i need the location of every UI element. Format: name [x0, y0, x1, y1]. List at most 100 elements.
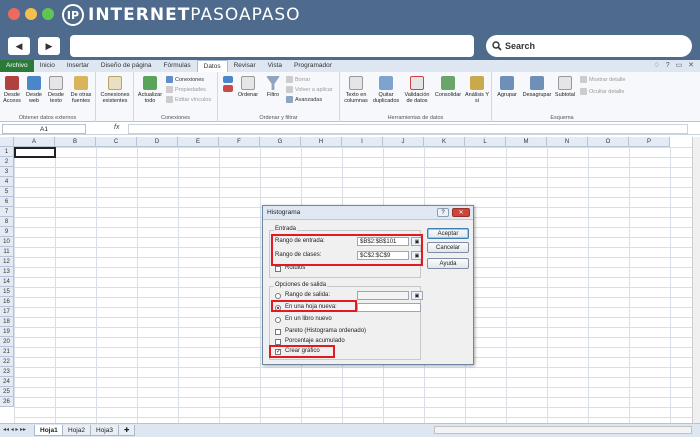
column-header[interactable]: B — [55, 137, 96, 147]
row-header[interactable]: 23 — [0, 367, 14, 377]
row-header[interactable]: 21 — [0, 347, 14, 357]
maximize-dot-icon[interactable] — [42, 8, 54, 20]
row-header[interactable]: 11 — [0, 247, 14, 257]
tab-datos[interactable]: Datos — [196, 60, 228, 72]
row-header[interactable]: 17 — [0, 307, 14, 317]
clear-button[interactable]: Borrar — [286, 76, 310, 83]
pareto-checkbox[interactable] — [275, 329, 281, 335]
from-web-button[interactable]: Desde web — [24, 76, 44, 104]
column-header[interactable]: G — [260, 137, 301, 147]
help-button[interactable]: Ayuda — [427, 258, 469, 269]
column-header[interactable]: H — [301, 137, 342, 147]
select-all-corner[interactable] — [0, 137, 14, 147]
existing-connections-button[interactable]: Conexiones existentes — [98, 76, 132, 104]
row-header[interactable]: 15 — [0, 287, 14, 297]
consolidate-button[interactable]: Consolidar — [434, 76, 462, 98]
row-header[interactable]: 19 — [0, 327, 14, 337]
sheet-tab-hoja1[interactable]: Hoja1 — [34, 425, 64, 436]
properties-button[interactable]: Propiedades — [166, 86, 206, 93]
filter-button[interactable]: Filtro — [262, 76, 284, 98]
ungroup-button[interactable]: Desagrupar — [522, 76, 552, 98]
column-header[interactable]: N — [547, 137, 588, 147]
from-text-button[interactable]: Desde texto — [46, 76, 66, 104]
new-sheet-icon[interactable]: ✚ — [118, 425, 136, 436]
row-header[interactable]: 6 — [0, 197, 14, 207]
from-access-button[interactable]: Desde Access — [2, 76, 22, 104]
help-icon[interactable]: ? — [437, 208, 449, 217]
row-header[interactable]: 10 — [0, 237, 14, 247]
column-header[interactable]: C — [96, 137, 137, 147]
row-header[interactable]: 8 — [0, 217, 14, 227]
column-header[interactable]: A — [14, 137, 55, 147]
column-header[interactable]: M — [506, 137, 547, 147]
column-header[interactable]: L — [465, 137, 506, 147]
tab-diseno[interactable]: Diseño de página — [95, 60, 158, 72]
close-icon[interactable]: ✕ — [452, 208, 470, 217]
sheet-tab-hoja2[interactable]: Hoja2 — [62, 425, 91, 436]
formula-input[interactable] — [128, 124, 688, 134]
row-header[interactable]: 20 — [0, 337, 14, 347]
row-header[interactable]: 3 — [0, 167, 14, 177]
column-header[interactable]: P — [629, 137, 670, 147]
column-header[interactable]: D — [137, 137, 178, 147]
other-sources-button[interactable]: De otras fuentes — [68, 76, 94, 104]
fx-icon[interactable]: fx — [114, 124, 119, 131]
row-header[interactable]: 22 — [0, 357, 14, 367]
sheet-tab-hoja3[interactable]: Hoja3 — [90, 425, 119, 436]
horizontal-scrollbar[interactable] — [434, 426, 692, 434]
tab-formulas[interactable]: Fórmulas — [158, 60, 197, 72]
vertical-scrollbar[interactable] — [692, 137, 700, 423]
name-box[interactable]: A1 — [2, 124, 86, 134]
forward-button[interactable]: ▶ — [38, 37, 60, 55]
column-header[interactable]: O — [588, 137, 629, 147]
row-header[interactable]: 5 — [0, 187, 14, 197]
remove-duplicates-button[interactable]: Quitar duplicados — [372, 76, 400, 104]
data-validation-button[interactable]: Validación de datos — [402, 76, 432, 104]
sort-button[interactable]: Ordenar — [236, 76, 260, 98]
back-button[interactable]: ◀ — [8, 37, 30, 55]
tab-programador[interactable]: Programador — [288, 60, 338, 72]
edit-links-button[interactable]: Editar vínculos — [166, 96, 211, 103]
column-header[interactable]: E — [178, 137, 219, 147]
address-bar[interactable] — [70, 35, 474, 57]
row-header[interactable]: 13 — [0, 267, 14, 277]
ok-button[interactable]: Aceptar — [427, 228, 469, 239]
column-header[interactable]: J — [383, 137, 424, 147]
row-header[interactable]: 9 — [0, 227, 14, 237]
what-if-button[interactable]: Análisis Y si — [464, 76, 490, 104]
row-header[interactable]: 16 — [0, 297, 14, 307]
reapply-button[interactable]: Volver a aplicar — [286, 86, 333, 93]
window-controls-icon[interactable]: ♢ ? ▭ ✕ — [654, 61, 696, 69]
output-range-radio[interactable] — [275, 293, 281, 299]
tab-archivo[interactable]: Archivo — [0, 60, 34, 72]
tab-insertar[interactable]: Insertar — [61, 60, 95, 72]
minimize-dot-icon[interactable] — [25, 8, 37, 20]
collapse-output-range-icon[interactable]: ▣ — [411, 291, 423, 300]
row-header[interactable]: 26 — [0, 397, 14, 407]
row-header[interactable]: 12 — [0, 257, 14, 267]
tab-vista[interactable]: Vista — [262, 60, 288, 72]
show-detail-button[interactable]: Mostrar detalle — [580, 76, 625, 83]
row-header[interactable]: 24 — [0, 377, 14, 387]
search-box[interactable]: Search — [486, 35, 692, 57]
row-header[interactable]: 7 — [0, 207, 14, 217]
advanced-button[interactable]: Avanzadas — [286, 96, 322, 103]
labels-checkbox[interactable] — [275, 266, 281, 272]
column-header[interactable]: I — [342, 137, 383, 147]
close-dot-icon[interactable] — [8, 8, 20, 20]
row-header[interactable]: 4 — [0, 177, 14, 187]
row-header[interactable]: 1 — [0, 147, 14, 157]
hide-detail-button[interactable]: Ocultar detalle — [580, 88, 624, 95]
subtotal-button[interactable]: Subtotal — [552, 76, 578, 98]
row-header[interactable]: 2 — [0, 157, 14, 167]
column-header[interactable]: F — [219, 137, 260, 147]
refresh-all-button[interactable]: Actualizar todo — [136, 76, 164, 104]
text-to-columns-button[interactable]: Texto en columnas — [342, 76, 370, 104]
row-header[interactable]: 25 — [0, 387, 14, 397]
output-range-field[interactable] — [357, 291, 409, 300]
active-cell-a1[interactable] — [14, 147, 56, 158]
cancel-button[interactable]: Cancelar — [427, 242, 469, 253]
column-header[interactable]: K — [424, 137, 465, 147]
row-header[interactable]: 14 — [0, 277, 14, 287]
sort-az-button[interactable] — [220, 76, 236, 94]
